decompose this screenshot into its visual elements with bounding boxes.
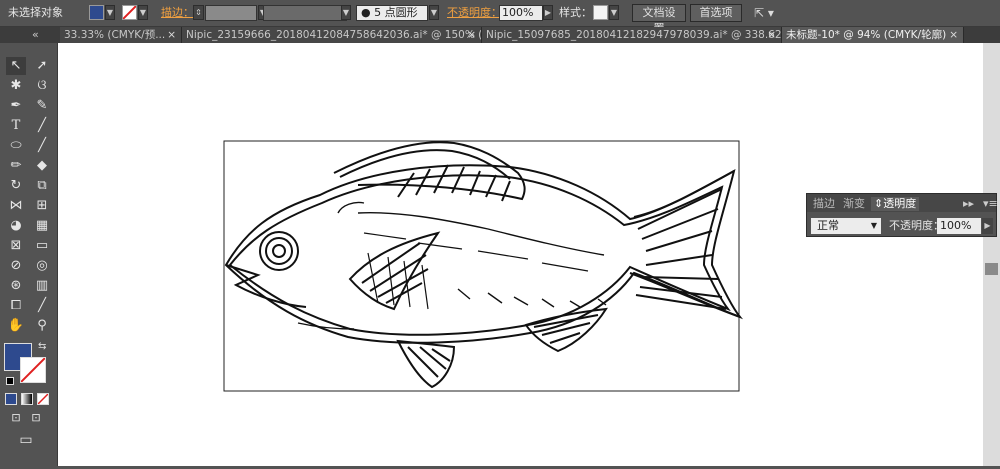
transparency-panel: 描边 渐变 ⇕透明度 ▸▸ ▾≡ 正常 ▼ 不透明度： 100% ▶	[806, 193, 998, 237]
drawing-modes-icon[interactable]: ⊡	[6, 409, 26, 427]
blend-mode-select[interactable]: 正常 ▼	[811, 218, 881, 234]
symbol-sprayer-tool-icon[interactable]: ⊛	[6, 277, 26, 295]
document-canvas[interactable]	[58, 43, 983, 466]
close-icon[interactable]: ×	[167, 27, 176, 43]
document-tab[interactable]: Nipic_15097685_20180412182947978039.ai* …	[482, 27, 782, 43]
stroke-label[interactable]: 描边：	[161, 4, 194, 22]
stroke-color-swatch[interactable]	[20, 357, 46, 383]
artboard-frame	[223, 140, 740, 392]
screen-mode-icon[interactable]: ▭	[16, 431, 36, 449]
paintbrush-tool-icon[interactable]: ╱	[32, 137, 52, 155]
style-dropdown[interactable]: ▼	[609, 5, 619, 20]
color-mode-icon[interactable]	[5, 393, 17, 405]
type-tool-icon[interactable]: T	[6, 117, 26, 135]
width-tool-icon[interactable]: ⋈	[6, 197, 26, 215]
fill-swatch[interactable]	[89, 5, 104, 20]
panel-opacity-arrow[interactable]: ▶	[982, 218, 993, 234]
swap-colors-icon[interactable]: ⇆	[38, 341, 46, 352]
panel-opacity-label: 不透明度：	[889, 219, 944, 232]
slice-tool-icon[interactable]: ╱	[32, 297, 52, 315]
opacity-field[interactable]: 100%	[499, 5, 543, 21]
fill-dropdown[interactable]: ▼	[105, 5, 115, 20]
fish-outline-illustration	[224, 141, 744, 389]
tab-arrows-icon: ⇕	[874, 197, 884, 210]
brush-definition[interactable]: ● 5 点圆形	[356, 5, 428, 21]
scrollbar-thumb[interactable]	[985, 263, 998, 275]
panel-menu-icon[interactable]: ▾≡	[983, 197, 998, 211]
curvature-tool-icon[interactable]: ✎	[32, 97, 52, 115]
blend-mode-value: 正常	[817, 219, 839, 232]
stroke-weight-field[interactable]	[205, 5, 257, 21]
stroke-dropdown[interactable]: ▼	[138, 5, 148, 20]
brush-label: 5 点圆形	[374, 6, 418, 19]
chevron-down-icon: ▼	[870, 221, 877, 230]
line-segment-tool-icon[interactable]: ╱	[32, 117, 52, 135]
none-slash-icon	[37, 393, 49, 405]
style-swatch[interactable]	[593, 5, 608, 20]
tab-overflow-icon[interactable]: «	[32, 27, 39, 43]
close-icon[interactable]: ×	[467, 27, 476, 43]
ellipse-tool-icon[interactable]: ⬭	[6, 137, 26, 155]
gradient-tool-icon[interactable]: ▭	[32, 237, 52, 255]
arrange-documents-icon[interactable]: ⇱ ▾	[754, 4, 774, 22]
blend-tool-icon[interactable]: ◎	[32, 257, 52, 275]
tab-label: Nipic_23159666_20180412084758642036.ai* …	[186, 29, 482, 41]
tab-transparency[interactable]: ⇕透明度	[871, 197, 920, 211]
style-label: 样式：	[559, 6, 592, 19]
brush-dot-icon: ●	[361, 6, 371, 19]
magic-wand-tool-icon[interactable]: ✱	[6, 77, 26, 95]
control-bar: 未选择对象 ▼ ▼ 描边： ⇕ ▼ ▼ ● 5 点圆形 ▼ 不透明度： 100%…	[0, 0, 1000, 35]
selection-tool-icon[interactable]: ↖	[6, 57, 26, 75]
stroke-swatch[interactable]	[122, 5, 137, 20]
artboard-tool-icon[interactable]: ⧠	[6, 297, 26, 315]
collapse-icon[interactable]: ▸▸	[963, 197, 974, 211]
mesh-tool-icon[interactable]: ⊠	[6, 237, 26, 255]
gradient-mode-icon[interactable]	[21, 393, 33, 405]
tab-label: 未标题-10* @ 94% (CMYK/轮廓)	[786, 29, 947, 41]
rotate-tool-icon[interactable]: ↻	[6, 177, 26, 195]
opacity-dropdown[interactable]: ▶	[543, 5, 553, 20]
none-stroke-icon	[20, 357, 46, 383]
close-icon[interactable]: ×	[949, 27, 958, 43]
lasso-tool-icon[interactable]: ଓ	[32, 77, 52, 95]
artwork	[223, 140, 744, 392]
tab-gradient[interactable]: 渐变	[843, 197, 865, 211]
document-tab[interactable]: Nipic_23159666_20180412084758642036.ai* …	[182, 27, 482, 43]
document-tab[interactable]: 33.33% (CMYK/预... ×	[60, 27, 182, 43]
free-transform-tool-icon[interactable]: ⊞	[32, 197, 52, 215]
tab-label: 33.33% (CMYK/预...	[64, 29, 166, 41]
selection-status: 未选择对象	[8, 6, 63, 19]
brush-dropdown[interactable]: ▼	[429, 5, 439, 20]
tab-stroke[interactable]: 描边	[813, 197, 835, 211]
tab-transparency-label: 透明度	[883, 197, 917, 210]
draw-behind-icon[interactable]: ⊡	[26, 409, 46, 427]
pen-tool-icon[interactable]: ✒	[6, 97, 26, 115]
variable-width-profile[interactable]	[263, 5, 347, 21]
column-graph-tool-icon[interactable]: ▥	[32, 277, 52, 295]
document-setup-button[interactable]: 文档设置	[632, 4, 686, 35]
hand-tool-icon[interactable]: ✋	[6, 317, 26, 335]
opacity-label[interactable]: 不透明度：	[447, 4, 502, 22]
perspective-grid-tool-icon[interactable]: ▦	[32, 217, 52, 235]
zoom-tool-icon[interactable]: ⚲	[32, 317, 52, 335]
none-stroke-icon	[122, 5, 137, 20]
eraser-tool-icon[interactable]: ◆	[32, 157, 52, 175]
stroke-weight-stepper[interactable]: ⇕	[193, 5, 204, 20]
document-tab-active[interactable]: 未标题-10* @ 94% (CMYK/轮廓) ×	[782, 27, 964, 43]
direct-selection-tool-icon[interactable]: ➚	[32, 57, 52, 75]
document-tab-bar: « 33.33% (CMYK/预... × Nipic_23159666_201…	[0, 27, 1000, 43]
vertical-scrollbar[interactable]	[983, 43, 1000, 466]
profile-dropdown[interactable]: ▼	[341, 5, 351, 20]
shape-builder-tool-icon[interactable]: ◕	[6, 217, 26, 235]
default-colors-icon[interactable]	[6, 377, 14, 385]
panel-opacity-field[interactable]: 100%	[937, 218, 981, 234]
scale-tool-icon[interactable]: ⧉	[32, 177, 52, 195]
pencil-tool-icon[interactable]: ✏	[6, 157, 26, 175]
close-icon[interactable]: ×	[767, 27, 776, 43]
none-mode-icon[interactable]	[37, 393, 49, 405]
tab-label: Nipic_15097685_20180412182947978039.ai* …	[486, 29, 782, 41]
tools-panel: ↖ ➚ ✱ ଓ ✒ ✎ T ╱ ⬭ ╱ ✏ ◆ ↻ ⧉ ⋈ ⊞ ◕ ▦ ⊠ ▭ …	[0, 43, 58, 466]
eyedropper-tool-icon[interactable]: ⊘	[6, 257, 26, 275]
preferences-button[interactable]: 首选项	[690, 4, 742, 22]
